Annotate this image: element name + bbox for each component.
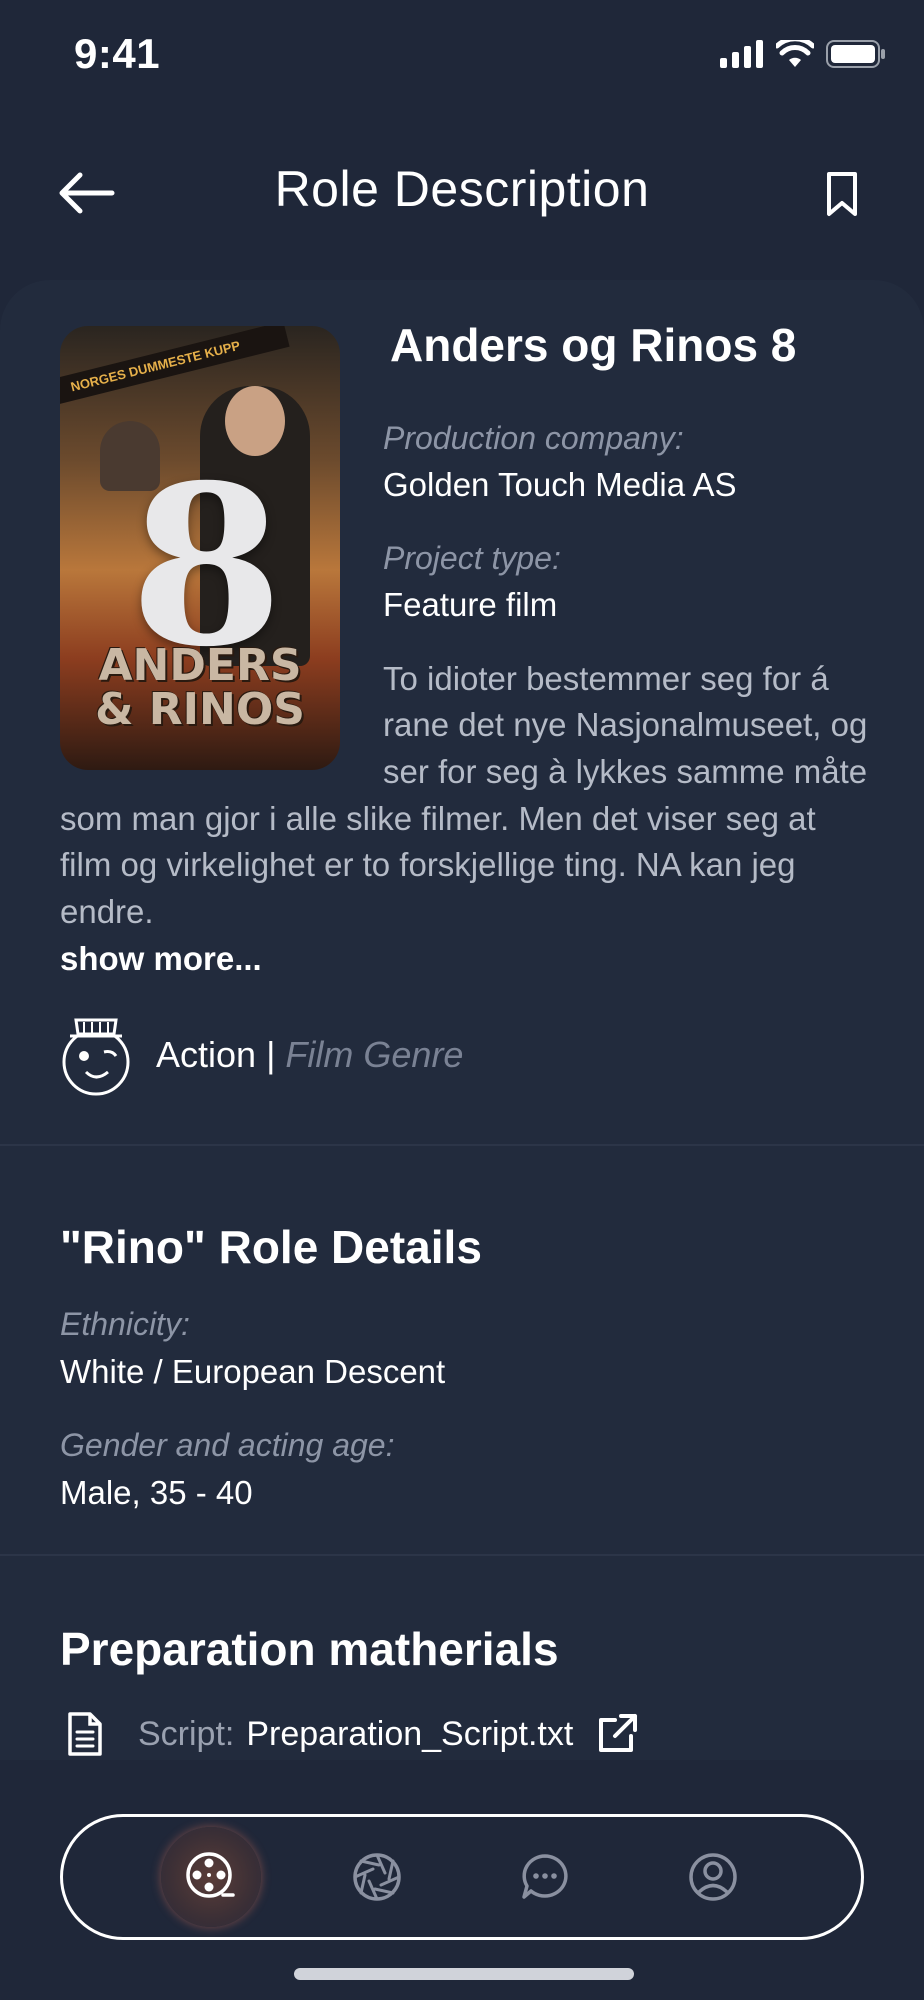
gender-age-label: Gender and acting age: [60, 1427, 395, 1463]
description-line: rane det nye Nasjonalmuseet, og [383, 706, 868, 743]
comedy-mask-icon [62, 1018, 130, 1096]
nav-messages[interactable] [499, 1831, 591, 1923]
production-company-value: Golden Touch Media AS [383, 466, 737, 503]
battery-icon [826, 40, 885, 68]
film-poster: NORGES DUMMESTE KUPP 8 ANDERS & RINOS [60, 326, 340, 770]
screen: 9:41 Role Description NORGES DUMMESTE KU… [0, 0, 924, 2000]
description-line: To idioter bestemmer seg for á [383, 660, 829, 697]
chat-icon [522, 1854, 568, 1899]
show-more-link[interactable]: show more... [60, 940, 262, 978]
script-label: Script: [138, 1714, 235, 1753]
role-details-title: "Rino" Role Details [60, 1221, 482, 1273]
genre-value: Action [156, 1034, 257, 1075]
ethnicity-value: White / European Descent [60, 1353, 446, 1390]
external-link-icon[interactable] [595, 1712, 639, 1756]
poster-title: ANDERS & RINOS [60, 644, 340, 732]
preparation-title: Preparation matherials [60, 1623, 559, 1675]
nav-casting[interactable] [331, 1831, 423, 1923]
description-line: ser for seg à lykkes samme måte [383, 753, 868, 790]
film-reel-icon [186, 1852, 235, 1898]
project-type-value: Feature film [383, 586, 558, 623]
genre-separator: | [256, 1034, 286, 1075]
script-row[interactable]: Script: Preparation_Script.txt [60, 1710, 639, 1758]
home-indicator [294, 1968, 634, 1980]
production-company-label: Production company: [383, 420, 684, 456]
genre-label: Film Genre [285, 1034, 464, 1075]
profile-icon [689, 1853, 737, 1901]
film-title: Anders og Rinos 8 [390, 319, 797, 371]
ethnicity-label: Ethnicity: [60, 1306, 190, 1342]
project-type-label: Project type: [383, 540, 561, 576]
page-title: Role Description [274, 161, 650, 217]
gender-age-value: Male, 35 - 40 [60, 1474, 253, 1511]
document-icon [68, 1712, 102, 1756]
signal-icon [720, 40, 763, 68]
section-divider [0, 1144, 924, 1146]
status-icons [720, 40, 886, 68]
description-line: film og virkelighet er to forskjellige t… [60, 846, 796, 883]
bottom-nav [60, 1814, 864, 1940]
poster-title-line1: ANDERS [98, 640, 302, 691]
status-time: 9:41 [74, 30, 161, 77]
section-divider [0, 1554, 924, 1556]
wifi-icon [776, 40, 814, 67]
nav-profile[interactable] [667, 1831, 759, 1923]
bookmark-icon[interactable] [822, 170, 862, 218]
aperture-icon [353, 1853, 401, 1901]
nav-films[interactable] [161, 1827, 261, 1927]
poster-title-line2: & RINOS [95, 684, 305, 735]
description-line: som man gjor i alle slike filmer. Men de… [60, 800, 816, 837]
script-file-name[interactable]: Preparation_Script.txt [246, 1715, 573, 1754]
genre: Action | Film Genre [156, 1034, 463, 1076]
description-line: endre. [60, 893, 154, 930]
